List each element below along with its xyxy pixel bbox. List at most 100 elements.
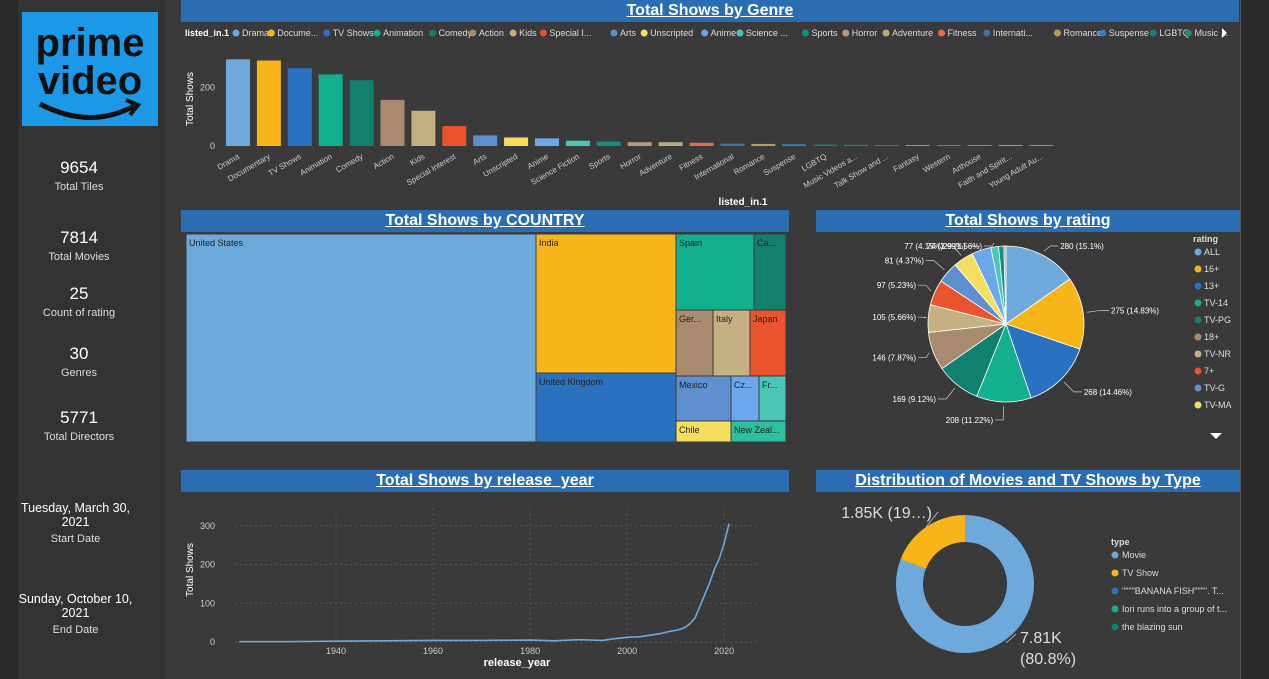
bar[interactable] <box>380 99 405 146</box>
bar[interactable] <box>936 145 961 146</box>
legend-item[interactable]: Arts <box>620 28 637 38</box>
legend-swatch <box>640 29 648 37</box>
legend-item[interactable]: Sports <box>811 28 838 38</box>
legend-item[interactable]: Drama <box>242 28 269 38</box>
x-tick-label: Talk Show and ... <box>833 152 890 190</box>
legend-item[interactable]: Adventure <box>892 28 933 38</box>
legend-item[interactable]: """"BANANA FISH"""". T... <box>1122 586 1224 596</box>
legend-scroll-down-icon[interactable] <box>1210 433 1222 439</box>
year-line-chart[interactable]: 0 100 200 300 1940 1960 1980 2000 2020 Total Show… <box>181 492 789 678</box>
bar[interactable] <box>844 144 868 146</box>
legend-item[interactable]: Docume... <box>277 28 318 38</box>
legend-item[interactable]: TV-MA <box>1204 400 1232 410</box>
legend-item[interactable]: Animation <box>383 28 423 38</box>
legend-item[interactable]: 13+ <box>1204 281 1219 291</box>
bar[interactable] <box>689 142 714 146</box>
bar[interactable] <box>442 126 467 146</box>
donut-data-label: 7.81K <box>1020 630 1062 647</box>
bar[interactable] <box>1029 145 1054 146</box>
legend-swatch <box>267 29 275 37</box>
legend-swatch <box>938 29 945 37</box>
pie-leader-line <box>1087 309 1110 313</box>
year-chart-title: Total Shows by release_year <box>181 470 789 492</box>
y-axis-title: Total Shows <box>185 543 196 597</box>
bar[interactable] <box>287 68 312 146</box>
treemap-cell[interactable] <box>185 233 537 443</box>
legend-title: rating <box>1193 234 1218 244</box>
legend-item[interactable]: 7+ <box>1204 366 1214 376</box>
bar[interactable] <box>967 145 992 146</box>
bar[interactable] <box>596 141 621 146</box>
legend-item[interactable]: TV Show <box>1122 568 1159 578</box>
legend-item[interactable]: 16+ <box>1204 264 1219 274</box>
treemap-cell[interactable] <box>535 233 677 374</box>
legend-item[interactable]: Suspense <box>1109 28 1149 38</box>
legend-item[interactable]: Unscripted <box>650 28 693 38</box>
legend-item[interactable]: Movie <box>1122 550 1146 560</box>
kpi-genres: 30 Genres <box>18 344 140 379</box>
legend-item[interactable]: Iori runs into a group of t... <box>1122 604 1227 614</box>
series-line[interactable] <box>239 523 730 643</box>
donut-slice[interactable] <box>900 515 965 569</box>
bar[interactable] <box>720 143 745 146</box>
legend-item[interactable]: Romance <box>1063 28 1102 38</box>
legend-swatch <box>1194 248 1202 256</box>
bar[interactable] <box>874 145 899 146</box>
legend-item[interactable]: Action <box>479 28 504 38</box>
legend-item[interactable]: TV-PG <box>1204 315 1231 325</box>
legend-item[interactable]: TV-G <box>1204 383 1225 393</box>
legend-swatch <box>373 29 381 37</box>
bar[interactable] <box>226 59 250 146</box>
bar[interactable] <box>565 140 590 146</box>
country-treemap[interactable]: United States India United Kingdom Spain Ca.… <box>181 232 789 446</box>
legend-swatch <box>610 29 618 37</box>
legend-item[interactable]: TV Shows <box>333 28 375 38</box>
legend-item[interactable]: TV-14 <box>1204 298 1228 308</box>
legend-item[interactable]: Fitness <box>948 28 978 38</box>
bar[interactable] <box>905 145 930 146</box>
legend-item[interactable]: Internati... <box>993 28 1033 38</box>
x-tick-label: Arts <box>471 152 488 167</box>
legend-item[interactable]: ALL <box>1204 247 1220 257</box>
legend-item[interactable]: Special I... <box>549 28 591 38</box>
legend-item[interactable]: Anime <box>711 28 737 38</box>
genre-bar-chart[interactable]: listed_in.1 Drama Docume... TV Shows Animati… <box>181 22 1239 210</box>
legend-item[interactable]: 18+ <box>1204 332 1219 342</box>
bar[interactable] <box>349 80 374 146</box>
bar[interactable] <box>627 142 652 146</box>
x-tick-label: 1980 <box>520 646 540 656</box>
legend-swatch <box>882 29 890 37</box>
donut-data-label: 1.85K (19…) <box>841 505 932 522</box>
rating-pie-chart[interactable]: 280 (15.1%) 275 (14.83%) 268 (14.46%) 208 (… <box>816 232 1240 446</box>
bar[interactable] <box>751 143 776 146</box>
legend-item[interactable]: Horror <box>852 28 878 38</box>
bar[interactable] <box>504 137 529 146</box>
bar[interactable] <box>813 144 838 146</box>
bar[interactable] <box>998 145 1023 146</box>
pie-data-label: 105 (5.66%) <box>872 313 916 322</box>
bar[interactable] <box>318 74 343 146</box>
legend-swatch <box>1194 282 1202 290</box>
x-tick-label: Sports <box>587 152 612 171</box>
legend-item[interactable]: Kids <box>519 28 537 38</box>
y-tick-label: 200 <box>200 82 215 92</box>
country-chart-title: Total Shows by COUNTRY <box>181 210 789 232</box>
legend-item[interactable]: Science ... <box>746 28 788 38</box>
treemap-label: Chile <box>679 425 700 435</box>
bar[interactable] <box>782 144 807 146</box>
legend-swatch <box>1111 551 1119 559</box>
legend-swatch <box>323 29 331 37</box>
bar[interactable] <box>256 60 281 146</box>
bar[interactable] <box>658 142 683 146</box>
bar[interactable] <box>473 135 498 146</box>
bar[interactable] <box>535 138 559 146</box>
legend-item[interactable]: the blazing sun <box>1122 622 1183 632</box>
type-donut-chart[interactable]: 7.81K (80.8%) 1.85K (19…) type Movie TV Show "… <box>816 492 1240 678</box>
bar[interactable] <box>411 110 436 146</box>
legend-item[interactable]: TV-NR <box>1204 349 1232 359</box>
legend-item[interactable]: Comedy <box>439 28 473 38</box>
y-tick-label: 0 <box>210 141 215 151</box>
x-tick-label: Fantasy <box>892 152 921 174</box>
legend-swatch <box>429 29 437 37</box>
pie-leader-line <box>918 352 930 359</box>
